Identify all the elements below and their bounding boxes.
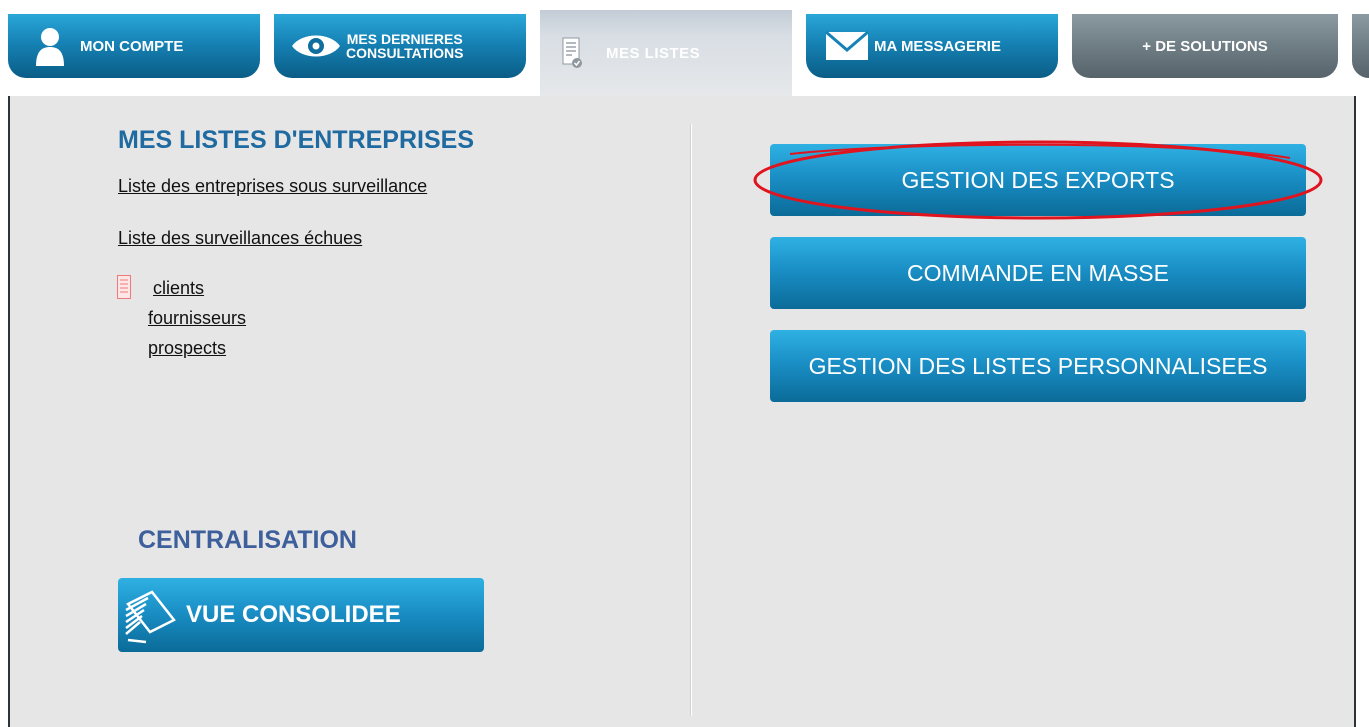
envelope-icon	[820, 31, 874, 61]
gestion-exports-label: GESTION DES EXPORTS	[901, 166, 1175, 193]
list-item-fournisseurs[interactable]: fournisseurs	[148, 308, 246, 329]
vue-consolidee-button[interactable]: VUE CONSOLIDEE	[118, 578, 484, 652]
commande-en-masse-label: COMMANDE EN MASSE	[907, 259, 1169, 286]
mes-listes-panel: MES LISTES D'ENTREPRISES Liste des entre…	[8, 96, 1356, 727]
tab-consultations-label-line2: CONSULTATIONS	[346, 45, 464, 61]
tab-mes-listes-label: MES LISTES	[606, 44, 701, 62]
tab-overflow-edge	[1352, 14, 1369, 78]
tab-dernieres-consultations[interactable]: MES DERNIERES CONSULTATIONS	[274, 14, 526, 78]
list-document-icon	[117, 275, 131, 299]
gestion-listes-personnalisees-label: GESTION DES LISTES PERSONNALISEES	[808, 352, 1268, 379]
stacked-documents-icon	[125, 590, 176, 644]
list-item-clients[interactable]: clients	[153, 278, 204, 299]
tab-mon-compte-label: MON COMPTE	[80, 37, 184, 55]
tab-ma-messagerie-label: MA MESSAGERIE	[874, 37, 1001, 55]
tab-mes-listes[interactable]: MES LISTES	[540, 10, 792, 96]
link-entreprises-sous-surveillance[interactable]: Liste des entreprises sous surveillance	[118, 176, 427, 197]
tab-ma-messagerie[interactable]: MA MESSAGERIE	[806, 14, 1058, 78]
column-divider	[690, 124, 692, 716]
tab-consultations-label-line1: MES DERNIERES	[346, 31, 463, 47]
gestion-listes-personnalisees-button[interactable]: GESTION DES LISTES PERSONNALISEES	[770, 330, 1306, 402]
tab-mon-compte[interactable]: MON COMPTE	[8, 14, 260, 78]
list-item-prospects[interactable]: prospects	[148, 338, 226, 359]
vue-consolidee-label: VUE CONSOLIDEE	[186, 601, 401, 628]
gestion-exports-button[interactable]: GESTION DES EXPORTS	[770, 144, 1306, 216]
document-list-icon	[552, 37, 592, 69]
centralisation-title: CENTRALISATION	[138, 526, 357, 554]
link-surveillances-echues[interactable]: Liste des surveillances échues	[118, 228, 362, 249]
user-icon	[20, 26, 80, 66]
commande-en-masse-button[interactable]: COMMANDE EN MASSE	[770, 237, 1306, 309]
top-navigation-tabs: MON COMPTE MES DERNIERES CONSULTATIONS M…	[0, 0, 1369, 96]
tab-plus-de-solutions[interactable]: + DE SOLUTIONS	[1072, 14, 1338, 78]
mes-listes-entreprises-title: MES LISTES D'ENTREPRISES	[118, 126, 475, 154]
tab-plus-de-solutions-label: + DE SOLUTIONS	[1142, 37, 1268, 55]
page: MON COMPTE MES DERNIERES CONSULTATIONS M…	[0, 0, 1369, 727]
eye-icon	[286, 31, 346, 61]
tab-consultations-label: MES DERNIERES CONSULTATIONS	[346, 32, 463, 60]
